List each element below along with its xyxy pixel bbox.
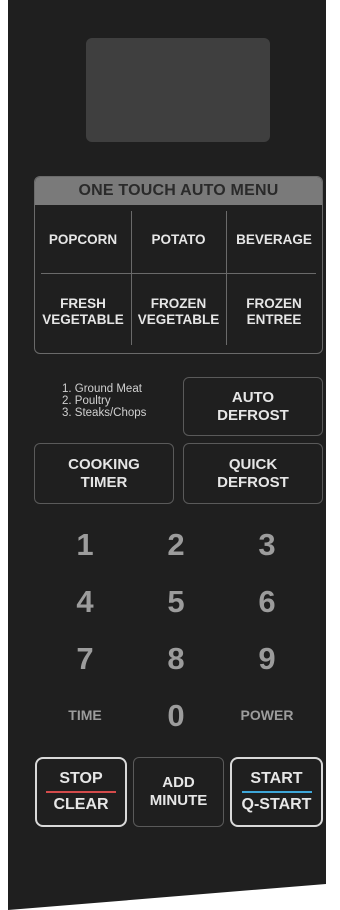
- potato-label: POTATO: [151, 232, 206, 247]
- add-minute-button[interactable]: ADD MINUTE: [133, 757, 224, 827]
- stop-label: STOP: [59, 770, 103, 787]
- key-5[interactable]: 5: [146, 585, 206, 619]
- beverage-label: BEVERAGE: [236, 232, 312, 247]
- frozen-vegetable-button[interactable]: FROZEN VEGETABLE: [131, 281, 226, 343]
- menu-divider: [41, 273, 316, 274]
- potato-button[interactable]: POTATO: [131, 211, 226, 269]
- defrost-options-list: 1. Ground Meat 2. Poultry 3. Steaks/Chop…: [62, 383, 146, 419]
- power-button[interactable]: POWER: [222, 706, 312, 724]
- defrost-option: 3. Steaks/Chops: [62, 407, 147, 419]
- fresh-vegetable-label: FRESH VEGETABLE: [42, 296, 124, 327]
- frozen-entree-button[interactable]: FROZEN ENTREE: [226, 281, 322, 343]
- key-3[interactable]: 3: [237, 528, 297, 562]
- popcorn-label: POPCORN: [48, 232, 118, 247]
- display-screen: [86, 38, 270, 142]
- key-2[interactable]: 2: [146, 528, 206, 562]
- stop-clear-button[interactable]: STOP CLEAR: [35, 757, 127, 827]
- key-6[interactable]: 6: [237, 585, 297, 619]
- key-4[interactable]: 4: [55, 585, 115, 619]
- stop-accent-line: [46, 791, 116, 793]
- key-7[interactable]: 7: [55, 642, 115, 676]
- auto-menu-panel: ONE TOUCH AUTO MENU POPCORN POTATO BEVER…: [34, 176, 323, 354]
- auto-defrost-label-2: DEFROST: [217, 406, 289, 424]
- key-1[interactable]: 1: [55, 528, 115, 562]
- defrost-option: 1. Ground Meat: [62, 383, 142, 395]
- defrost-option: 2. Poultry: [62, 395, 111, 407]
- key-8[interactable]: 8: [146, 642, 206, 676]
- quick-defrost-button[interactable]: QUICK DEFROST: [183, 443, 323, 504]
- add-minute-label-1: ADD: [162, 774, 195, 791]
- start-button[interactable]: START Q-START: [230, 757, 323, 827]
- add-minute-label-2: MINUTE: [149, 792, 208, 809]
- quick-defrost-label-1: QUICK: [228, 455, 278, 473]
- key-9[interactable]: 9: [237, 642, 297, 676]
- cooking-timer-button[interactable]: COOKING TIMER: [34, 443, 174, 504]
- auto-menu-title: ONE TOUCH AUTO MENU: [35, 177, 322, 205]
- cooking-timer-label-2: TIMER: [80, 473, 128, 491]
- popcorn-button[interactable]: POPCORN: [35, 211, 131, 269]
- clear-label: CLEAR: [53, 796, 109, 813]
- cooking-timer-label-1: COOKING: [68, 455, 140, 473]
- beverage-button[interactable]: BEVERAGE: [226, 211, 322, 269]
- fresh-vegetable-button[interactable]: FRESH VEGETABLE: [35, 281, 131, 343]
- quick-defrost-label-2: DEFROST: [217, 473, 289, 491]
- auto-defrost-button[interactable]: AUTO DEFROST: [183, 377, 323, 436]
- time-button[interactable]: TIME: [40, 706, 130, 724]
- auto-defrost-label-1: AUTO: [231, 388, 275, 406]
- start-accent-line: [241, 791, 312, 793]
- control-panel: ONE TOUCH AUTO MENU POPCORN POTATO BEVER…: [0, 0, 340, 910]
- frozen-entree-label: FROZEN ENTREE: [246, 296, 302, 327]
- q-start-label: Q-START: [241, 796, 312, 813]
- start-label: START: [250, 770, 303, 787]
- frozen-vegetable-label: FROZEN VEGETABLE: [137, 296, 220, 327]
- key-0[interactable]: 0: [146, 699, 206, 733]
